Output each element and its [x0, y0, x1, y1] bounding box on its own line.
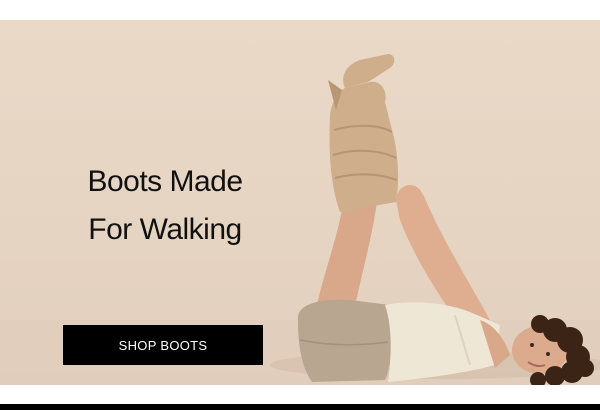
headline-line-1: Boots Made [87, 165, 243, 198]
hero-headline: Boots Made For Walking [60, 158, 270, 254]
hero-banner[interactable]: Boots Made For Walking SHOP BOOTS [0, 20, 600, 385]
shop-boots-button[interactable]: SHOP BOOTS [63, 325, 263, 365]
footer-divider [0, 404, 600, 410]
headline-line-2: For Walking [88, 213, 242, 246]
